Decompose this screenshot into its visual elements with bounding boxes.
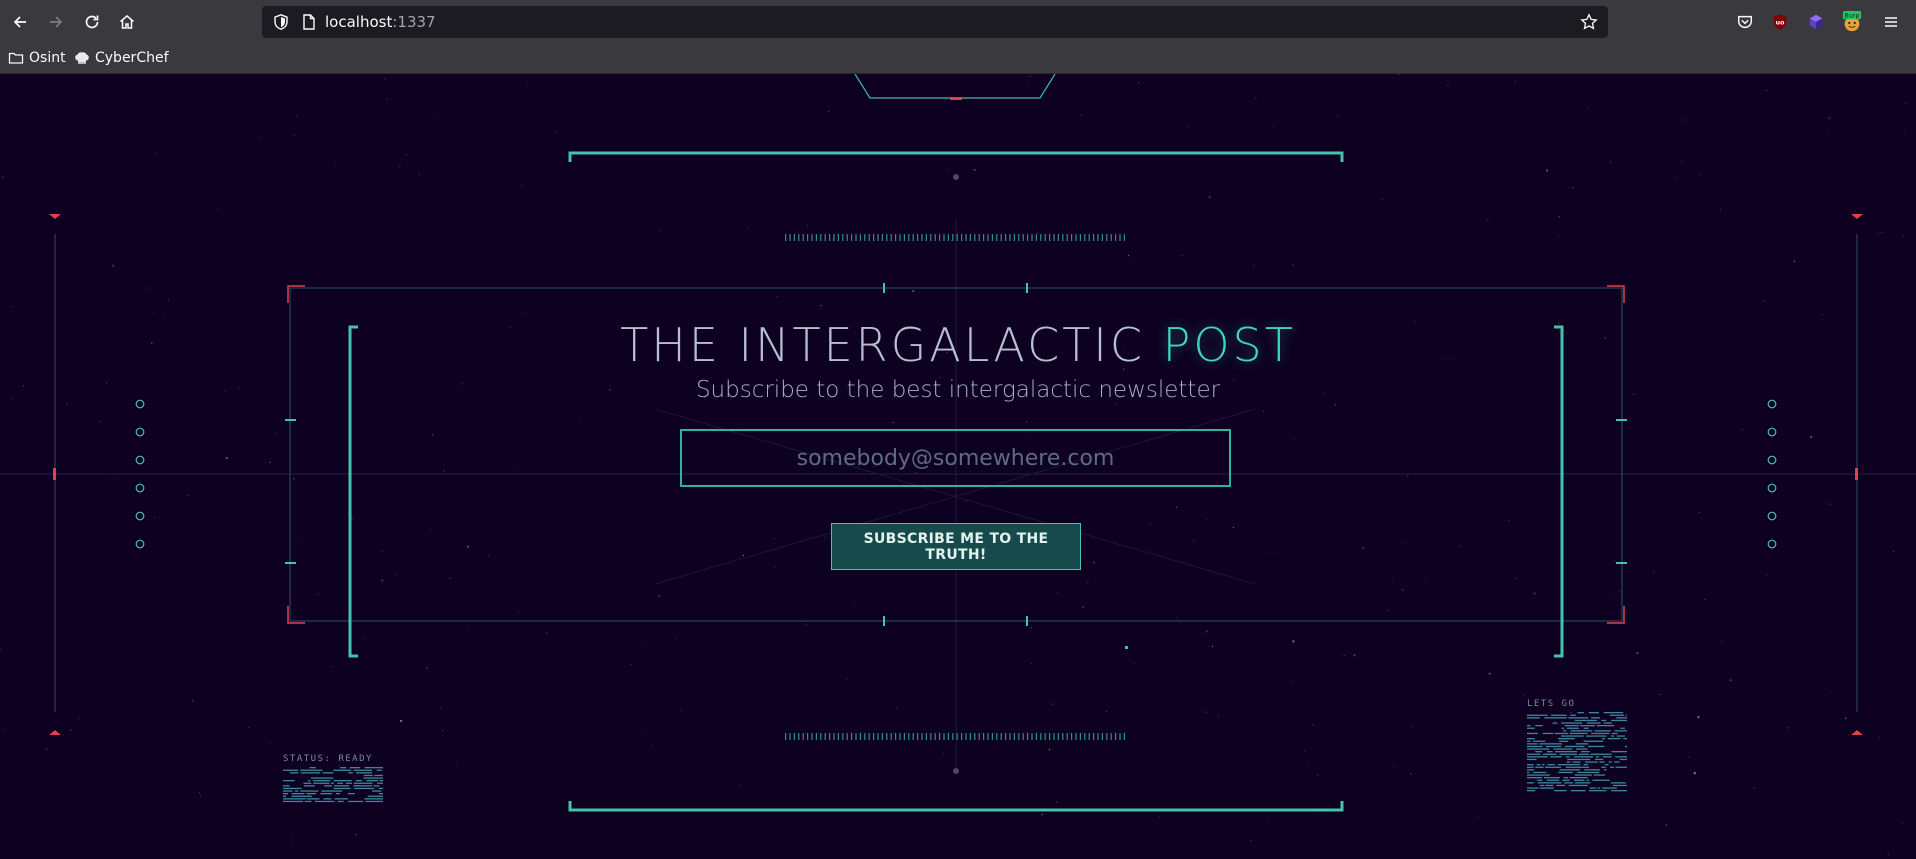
top-bracket [568,151,1344,162]
bookmark-label: Osint [29,50,66,66]
bookmark-label: CyberChef [95,50,169,66]
center-dot-bottom [953,768,959,774]
svg-text:uo: uo [1776,20,1785,27]
panel-tick [1026,616,1028,626]
title-accent: POST [1162,318,1296,372]
status-ready-label: STATUS: READY [283,754,373,764]
corner-top-right [1607,285,1625,303]
page-viewport: THE INTERGALACTIC POST Subscribe to the … [0,74,1916,859]
browser-toolbar: localhost:1337 uo Burp [0,0,1916,44]
panel-tick [1616,419,1627,421]
panel-tick [285,419,296,421]
folder-icon [8,52,24,64]
ublock-button[interactable]: uo [1769,11,1791,33]
top-notch-marker [950,97,962,100]
url-text[interactable]: localhost:1337 [325,13,436,31]
extension-cube-icon [1809,14,1823,30]
panel-tick [1026,283,1028,293]
panel-tick [883,616,885,626]
panel-tick [1616,562,1627,564]
email-input[interactable] [680,429,1231,487]
home-button[interactable] [113,8,141,36]
tick-ruler-top [785,234,1125,241]
tick-ruler-bottom [785,733,1125,740]
chef-hat-icon [75,52,89,64]
url-host: localhost [325,13,393,31]
side-triangle [49,214,61,219]
bookmark-folder-osint[interactable]: Osint [8,50,66,66]
top-notch [854,74,1056,99]
panel-tick [883,283,885,293]
corner-bottom-left [287,606,305,624]
bookmark-star-icon[interactable] [1580,13,1598,31]
url-port: :1337 [392,13,436,31]
reload-button[interactable] [78,8,106,36]
pocket-button[interactable] [1734,11,1756,33]
accent-dot [1125,646,1128,649]
forward-button[interactable] [42,8,70,36]
side-triangle [49,730,61,735]
bottom-bracket [568,801,1344,812]
side-triangle [1851,214,1863,219]
panel-tick [285,562,296,564]
svg-text:Burp: Burp [1844,12,1859,20]
side-marker-left [53,468,56,480]
status-lets-go-label: LETS GO [1527,699,1576,709]
back-arrow-icon [13,16,26,28]
title-main: THE INTERGALACTIC [620,318,1163,372]
home-icon [120,15,134,29]
ublock-icon: uo [1773,14,1787,30]
page-info-icon[interactable] [300,13,318,31]
burp-button[interactable]: Burp [1841,11,1863,33]
bookmarks-toolbar: Osint CyberChef [0,44,1916,74]
back-button[interactable] [6,8,34,36]
data-noise-right [1527,712,1627,792]
corner-top-left [287,285,305,303]
data-noise-left [283,767,383,803]
bookmark-cyberchef[interactable]: CyberChef [74,50,169,66]
extension-cube-button[interactable] [1805,11,1827,33]
center-dot-top [953,174,959,180]
reload-icon [85,15,99,29]
url-bar[interactable]: localhost:1337 [262,6,1608,38]
forward-arrow-icon [50,16,63,28]
app-menu-button[interactable] [1880,11,1902,33]
corner-bottom-right [1607,606,1625,624]
side-triangle [1851,730,1863,735]
page-title: THE INTERGALACTIC POST [0,318,1916,372]
tracking-shield-icon[interactable] [272,13,290,31]
subscribe-button[interactable]: SUBSCRIBE ME TO THE TRUTH! [831,523,1081,570]
hamburger-menu-icon [1885,17,1897,27]
side-marker-right [1855,468,1858,480]
pocket-icon [1737,15,1753,29]
burp-icon: Burp [1842,11,1862,32]
page-subtitle: Subscribe to the best intergalactic news… [695,377,1221,403]
